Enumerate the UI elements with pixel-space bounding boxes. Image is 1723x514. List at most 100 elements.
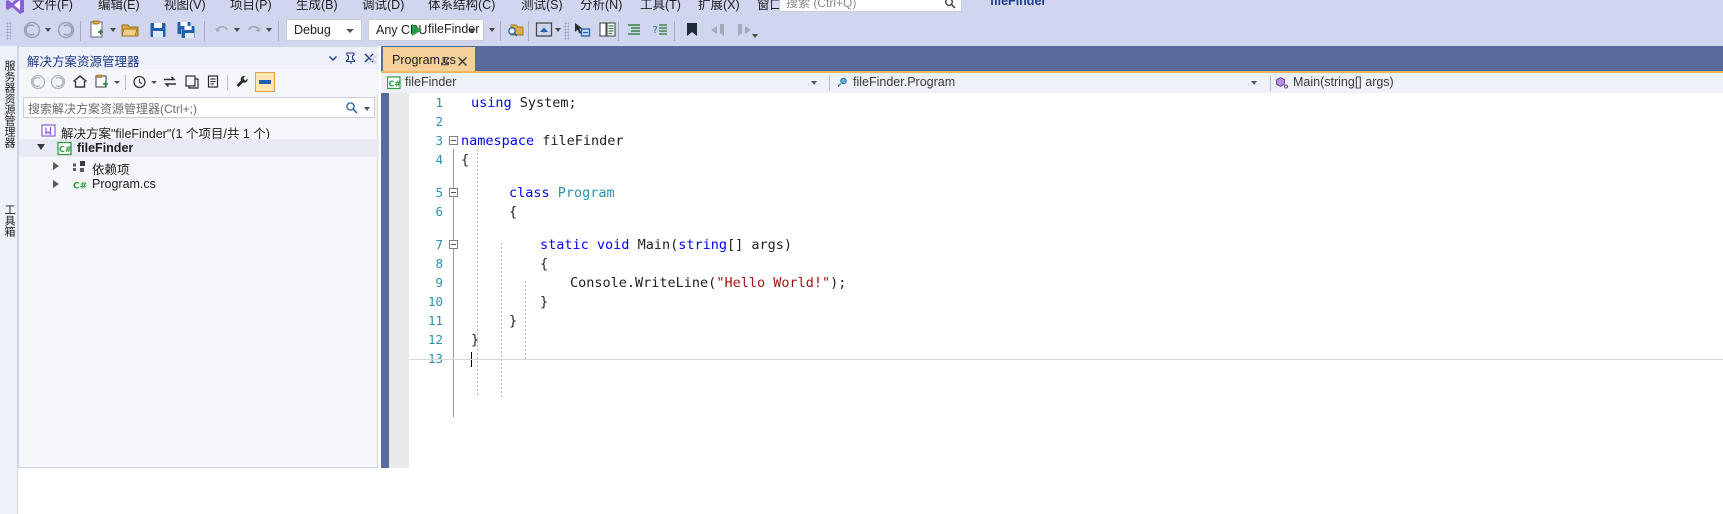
bookmark-overflow-caret-icon[interactable]: [752, 34, 758, 38]
menu-item-file[interactable]: 文件(F): [32, 0, 73, 15]
code-line-text: }: [509, 313, 518, 329]
solution-explorer-search-placeholder: 搜索解决方案资源管理器(Ctrl+;): [28, 102, 197, 116]
show-all-files-icon[interactable]: [93, 73, 111, 91]
back-icon[interactable]: [29, 73, 47, 91]
sync-with-active-document-icon[interactable]: [161, 73, 179, 91]
fold-collapse-icon[interactable]: [449, 136, 458, 145]
pending-changes-caret-icon[interactable]: [151, 81, 157, 84]
chevron-collapsed-icon[interactable]: [53, 180, 59, 188]
save-all-icon[interactable]: [176, 20, 196, 42]
line-number: 9: [435, 275, 443, 290]
editor-tab-strip: Program.cs: [368, 46, 1723, 73]
tree-row-project-filefinder[interactable]: C# fileFinder: [19, 139, 379, 157]
tree-row-solution[interactable]: 解决方案"fileFinder"(1 个项目/共 1 个): [19, 121, 379, 141]
toolbar-grip[interactable]: [6, 22, 11, 40]
build-configuration-dropdown[interactable]: Debug: [286, 19, 362, 41]
start-debug-button[interactable]: fileFinder: [412, 19, 496, 41]
menu-item-build[interactable]: 生成(B): [296, 0, 338, 15]
home-icon[interactable]: [71, 73, 89, 91]
indicator-margin[interactable]: [389, 93, 409, 514]
start-debug-dropdown-caret-icon[interactable]: [489, 28, 495, 32]
undo-icon[interactable]: [212, 20, 232, 42]
global-search-placeholder: 搜索 (Ctrl+Q): [786, 0, 857, 10]
toolbar-grip[interactable]: [564, 22, 569, 40]
rail-tab-server-explorer[interactable]: 服务器资源管理器: [1, 60, 17, 148]
menu-item-test[interactable]: 测试(S): [521, 0, 563, 15]
menu-item-debug[interactable]: 调试(D): [362, 0, 404, 15]
solution-explorer-search-input[interactable]: 搜索解决方案资源管理器(Ctrl+;): [23, 97, 375, 118]
code-editor[interactable]: 1 using System; 2 3 namespace fileFinder…: [381, 93, 1723, 514]
csharp-project-icon: C#: [386, 76, 401, 90]
previous-bookmark-icon[interactable]: [708, 20, 728, 42]
adjacent-tab-close-icon[interactable]: [367, 52, 378, 64]
menu-item-tools[interactable]: 工具(T): [640, 0, 681, 15]
open-file-icon[interactable]: [120, 20, 140, 42]
tree-row-program-cs[interactable]: C# Program.cs: [19, 175, 379, 193]
tab-program-cs[interactable]: Program.cs: [383, 47, 475, 71]
menu-item-view[interactable]: 视图(V): [164, 0, 206, 15]
toolbar-separator: [80, 21, 81, 41]
left-dock-rail: 服务器资源管理器 工具箱: [0, 46, 18, 514]
redo-icon[interactable]: [244, 20, 264, 42]
menu-item-edit[interactable]: 编辑(E): [98, 0, 140, 15]
chevron-expanded-icon[interactable]: [37, 144, 45, 150]
refresh-icon[interactable]: [183, 73, 201, 91]
navbar-member-label: Main(string[] args): [1293, 75, 1394, 89]
pointer-select-icon[interactable]: [572, 20, 592, 42]
back-dropdown-caret-icon[interactable]: [45, 28, 51, 32]
pending-changes-icon[interactable]: [131, 73, 149, 91]
preview-selected-items-icon[interactable]: [255, 72, 275, 92]
save-icon[interactable]: [148, 20, 168, 42]
rail-tab-toolbox[interactable]: 工具箱: [1, 204, 17, 237]
navbar-divider: [1270, 75, 1271, 91]
new-project-icon[interactable]: [88, 20, 108, 42]
menu-item-analyze[interactable]: 分析(N): [580, 0, 622, 15]
chevron-down-icon[interactable]: [326, 51, 340, 65]
code-line: 11 }: [409, 311, 1723, 330]
menu-item-extensions[interactable]: 扩展(X): [698, 0, 740, 15]
navbar-project-label: fileFinder: [405, 75, 457, 89]
line-number: 5: [435, 185, 443, 200]
tree-row-dependencies[interactable]: 依赖项: [19, 157, 379, 177]
next-bookmark-icon[interactable]: [734, 20, 754, 42]
toolbar-separator: [528, 21, 529, 41]
forward-icon[interactable]: [49, 73, 67, 91]
tab-close-icon[interactable]: [457, 54, 468, 66]
compare-files-icon[interactable]: [598, 20, 618, 42]
fold-collapse-icon[interactable]: [449, 188, 458, 197]
navigate-back-icon[interactable]: [22, 20, 42, 42]
show-all-files-caret-icon[interactable]: [114, 81, 120, 84]
properties-icon[interactable]: [233, 73, 251, 91]
menu-item-project[interactable]: 项目(P): [230, 0, 272, 15]
pin-icon[interactable]: [440, 54, 452, 66]
editor-navigation-bar: C# fileFinder fileFinder.Program Main(st…: [381, 73, 1723, 93]
line-number: 2: [435, 114, 443, 129]
fold-collapse-icon[interactable]: [449, 240, 458, 249]
global-search-input[interactable]: 搜索 (Ctrl+Q): [779, 0, 962, 12]
increase-indent-icon[interactable]: [624, 20, 644, 42]
comment-lines-icon[interactable]: ?: [650, 20, 670, 42]
navbar-member-dropdown[interactable]: Main(string[] args): [1275, 73, 1715, 93]
navbar-type-dropdown[interactable]: fileFinder.Program: [835, 73, 1267, 93]
collapse-all-icon[interactable]: [205, 73, 223, 91]
navigate-forward-icon[interactable]: [56, 20, 76, 42]
undo-dropdown-caret-icon[interactable]: [234, 28, 240, 32]
live-preview-dropdown-caret-icon[interactable]: [555, 28, 561, 32]
chevron-down-icon[interactable]: [364, 107, 370, 111]
redo-dropdown-caret-icon[interactable]: [266, 28, 272, 32]
live-preview-icon[interactable]: [534, 20, 554, 42]
navbar-project-dropdown[interactable]: C# fileFinder: [386, 73, 827, 93]
chevron-collapsed-icon[interactable]: [53, 162, 59, 170]
pin-icon[interactable]: [344, 51, 358, 65]
bookmark-icon[interactable]: [682, 20, 702, 42]
code-line: 10 }: [409, 292, 1723, 311]
menu-bar: 文件(F) 编辑(E) 视图(V) 项目(P) 生成(B) 调试(D) 体系结构…: [0, 0, 1723, 16]
line-number: 6: [435, 204, 443, 219]
toolbar-separator: [500, 21, 501, 41]
code-text-surface[interactable]: 1 using System; 2 3 namespace fileFinder…: [409, 93, 1723, 514]
find-in-files-icon[interactable]: [506, 20, 526, 42]
new-project-dropdown-caret-icon[interactable]: [110, 28, 116, 32]
line-number: 8: [435, 256, 443, 271]
csharp-file-icon: C#: [72, 177, 87, 192]
menu-item-architecture[interactable]: 体系结构(C): [428, 0, 495, 15]
